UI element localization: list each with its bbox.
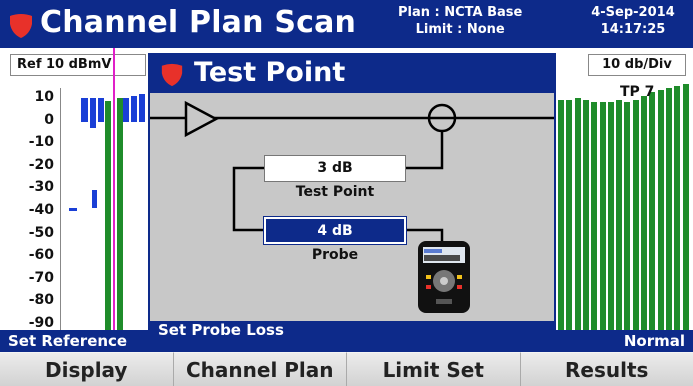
probe-label: Probe — [311, 247, 359, 263]
level-bar — [131, 96, 137, 122]
y-tick-label: 0 — [44, 111, 54, 128]
softkey-channel-plan[interactable]: Channel Plan — [173, 352, 347, 386]
level-bar — [92, 190, 97, 208]
signal-diagram: 3 dB Test Point 4 dB Probe — [150, 93, 554, 321]
softkey-limit-set[interactable]: Limit Set — [347, 352, 521, 386]
y-tick-label: 10 — [34, 89, 54, 105]
y-tick-label: -20 — [28, 156, 54, 173]
header-bar: Channel Plan Scan Plan : NCTA Base Limit… — [0, 0, 693, 48]
diagram-lines — [150, 100, 554, 313]
y-tick-label: -10 — [28, 134, 54, 151]
level-bar — [682, 84, 689, 336]
level-bar — [665, 88, 672, 336]
level-bar — [90, 98, 96, 128]
level-bar — [624, 102, 631, 336]
dialog-status-bar: Set Probe Loss — [150, 321, 554, 339]
marker-line[interactable] — [113, 48, 115, 330]
level-bar — [117, 98, 123, 336]
date-text: 4-Sep-2014 — [591, 5, 675, 20]
plot-area-right — [556, 78, 690, 336]
y-tick-label: -40 — [28, 202, 54, 218]
plot-area-left — [60, 88, 153, 339]
y-tick-label: -90 — [28, 315, 54, 331]
level-bar — [599, 102, 606, 336]
level-bar — [641, 96, 647, 336]
softkey-bar: Display Channel Plan Limit Set Results — [0, 352, 693, 386]
status-right-text: Normal — [623, 332, 685, 350]
level-bar — [657, 90, 664, 336]
level-bar — [558, 100, 564, 336]
level-bar — [139, 94, 145, 122]
meter-device-icon — [418, 241, 470, 313]
plan-name: Plan : NCTA Base — [398, 5, 523, 20]
ref-level-box[interactable]: Ref 10 dBmV — [10, 54, 146, 76]
dialog-title-bar: Test Point — [150, 55, 554, 93]
y-tick-label: -80 — [28, 292, 54, 309]
probe-loss-field[interactable]: 4 dB — [263, 216, 407, 245]
test-point-loss-field[interactable]: 3 dB — [264, 155, 406, 182]
level-bar — [649, 92, 656, 336]
level-bar — [69, 208, 77, 211]
status-left-text: Set Reference — [8, 332, 128, 350]
level-bar — [582, 100, 589, 336]
level-bar — [574, 98, 581, 336]
y-tick-label: -30 — [28, 179, 54, 196]
datetime: 4-Sep-2014 14:17:25 — [578, 4, 688, 38]
limit-name: Limit : None — [415, 22, 505, 37]
softkey-results[interactable]: Results — [520, 352, 693, 386]
level-bar — [105, 101, 111, 339]
level-bar — [566, 100, 573, 336]
page-title: Channel Plan Scan — [40, 5, 357, 40]
y-tick-label: -50 — [28, 224, 54, 241]
test-point-dialog: Test Point 3 dB Test Point 4 dB Probe Se… — [148, 53, 556, 341]
time-text: 14:17:25 — [600, 22, 666, 37]
level-bar — [591, 102, 598, 336]
plan-info: Plan : NCTA Base Limit : None — [398, 4, 522, 38]
level-bar — [632, 100, 639, 336]
level-bar — [98, 98, 104, 122]
softkey-display[interactable]: Display — [0, 352, 174, 386]
dialog-status-text: Set Probe Loss — [158, 321, 284, 339]
level-bar — [674, 86, 681, 336]
shield-icon — [160, 62, 184, 88]
test-point-label: Test Point — [295, 184, 375, 200]
level-bar — [123, 98, 129, 122]
level-bar — [607, 102, 614, 336]
level-bar — [81, 98, 88, 122]
scale-box[interactable]: 10 db/Div — [588, 54, 686, 76]
y-tick-label: -70 — [28, 269, 54, 286]
dialog-title: Test Point — [194, 57, 346, 88]
level-bar — [616, 100, 623, 336]
shield-icon — [8, 13, 34, 39]
marker-label: TP 7 — [620, 84, 655, 100]
y-tick-label: -60 — [28, 247, 54, 264]
